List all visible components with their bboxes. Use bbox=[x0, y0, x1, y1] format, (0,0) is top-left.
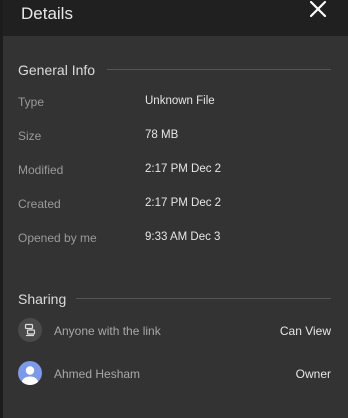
modified-value: 2:17 PM Dec 2 bbox=[145, 163, 222, 175]
type-value: Unknown File bbox=[145, 95, 215, 107]
opened-by-me-label: Opened by me bbox=[18, 231, 97, 245]
general-info-divider bbox=[107, 69, 331, 70]
sharing-divider bbox=[76, 298, 331, 299]
share-entry-role: Owner bbox=[295, 367, 331, 381]
panel-title: Details bbox=[21, 4, 73, 23]
close-button[interactable] bbox=[306, 0, 330, 24]
close-icon bbox=[309, 0, 327, 18]
avatar-icon bbox=[18, 361, 42, 385]
share-entry-role: Can View bbox=[279, 324, 331, 338]
opened-by-me-value: 9:33 AM Dec 3 bbox=[145, 231, 221, 243]
share-entry-name: Anyone with the link bbox=[54, 324, 161, 338]
details-panel: Details General Info Type Unknown File S… bbox=[0, 0, 348, 418]
sharing-heading: Sharing bbox=[18, 291, 67, 307]
created-label: Created bbox=[18, 197, 61, 211]
created-value: 2:17 PM Dec 2 bbox=[145, 197, 222, 209]
link-icon bbox=[18, 318, 42, 342]
share-entry-name: Ahmed Hesham bbox=[54, 367, 141, 381]
size-value: 78 MB bbox=[145, 129, 179, 141]
panel-header: Details bbox=[3, 0, 348, 36]
general-info-heading: General Info bbox=[18, 62, 96, 78]
size-label: Size bbox=[18, 129, 42, 143]
type-label: Type bbox=[18, 95, 45, 109]
modified-label: Modified bbox=[18, 163, 64, 177]
